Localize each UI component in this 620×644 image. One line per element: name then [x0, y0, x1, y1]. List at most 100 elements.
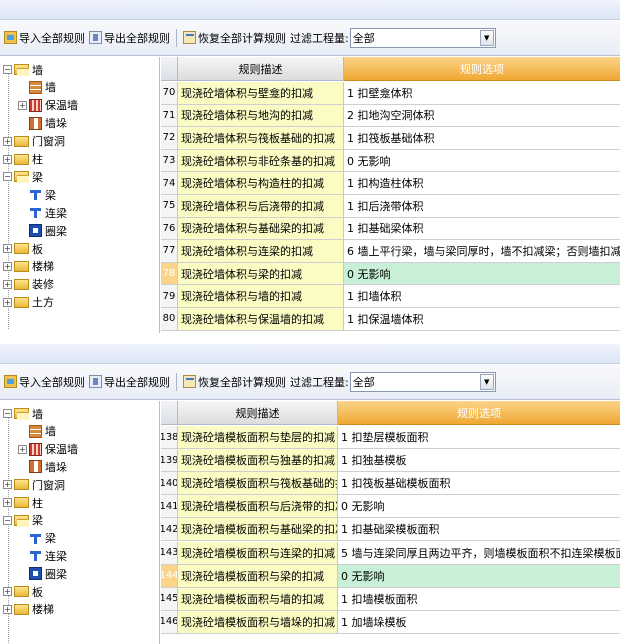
rule-option-cell[interactable]: 1 扣基础梁模板面积 — [338, 518, 620, 542]
table-row[interactable]: 75 现浇砼墙体积与后浇带的扣减 1 扣后浇带体积 — [161, 195, 620, 218]
tree-item[interactable]: 连梁 — [18, 547, 67, 564]
tree-expander-icon[interactable]: + — [3, 244, 12, 253]
chevron-down-icon[interactable]: ▼ — [479, 373, 494, 390]
tree-item[interactable]: + 门窗洞 — [3, 476, 65, 493]
tree-expander-icon[interactable]: + — [3, 136, 12, 146]
column-header-description[interactable]: 规则描述 — [178, 57, 344, 81]
tree-item[interactable]: − 墙 — [3, 405, 43, 422]
tree-item[interactable]: 圈梁 — [18, 565, 67, 582]
tree-expander-icon[interactable]: + — [3, 261, 12, 271]
rule-option-cell[interactable]: 1 扣垫层模板面积 — [338, 426, 620, 450]
table-row[interactable]: 80 现浇砼墙体积与保温墙的扣减 1 扣保温墙体积 — [161, 308, 620, 331]
tree-item[interactable]: + 土方 — [3, 294, 54, 311]
table-row[interactable]: 72 现浇砼墙体积与筏板基础的扣减 1 扣筏板基础体积 — [161, 127, 620, 150]
toolbar: 导入全部规则 导出全部规则 恢复全部计算规则 过滤工程量: 全部 ▼ — [0, 364, 620, 400]
rule-option-cell[interactable]: 1 扣筏板基础模板面积 — [338, 472, 620, 496]
table-row[interactable]: 140现浇砼墙模板面积与筏板基础的扣减1 扣筏板基础模板面积 — [161, 472, 620, 496]
tree-expander-icon[interactable]: − — [3, 172, 12, 182]
table-row[interactable]: 70 现浇砼墙体积与壁龛的扣减 1 扣壁龛体积 — [161, 82, 620, 105]
tree-item[interactable]: − 墙 — [3, 61, 43, 78]
tree-expander-icon[interactable]: + — [3, 154, 12, 164]
rule-option-cell[interactable]: 1 扣后浇带体积 — [344, 195, 620, 218]
tree-item[interactable]: + 板 — [3, 583, 43, 600]
tree-item[interactable]: 墙垛 — [18, 458, 67, 475]
rule-option-cell[interactable]: 1 扣构造柱体积 — [344, 172, 620, 195]
tree-expander-icon[interactable]: + — [18, 100, 27, 110]
rule-option-cell[interactable]: 0 无影响 — [338, 564, 620, 588]
tree-expander-icon[interactable]: − — [3, 515, 12, 525]
tree-item[interactable]: + 楼梯 — [3, 258, 54, 275]
tree-expander-icon[interactable]: + — [3, 279, 12, 289]
tree-item[interactable]: − 梁 — [3, 168, 43, 185]
tree-item[interactable]: + 保温墙 — [18, 441, 78, 458]
rule-option-cell[interactable]: 6 墙上平行梁，墙与梁同厚时，墙不扣减梁；否则墙扣减梁墙相交的实体 — [344, 240, 620, 263]
table-row[interactable]: 139现浇砼墙模板面积与独基的扣减1 扣独基模板 — [161, 449, 620, 473]
chevron-down-icon[interactable]: ▼ — [479, 29, 494, 46]
rule-option-cell[interactable]: 1 扣独基模板 — [338, 449, 620, 473]
rule-option-cell[interactable]: 0 无影响 — [344, 149, 620, 173]
table-row[interactable]: 143现浇砼墙模板面积与连梁的扣减5 墙与连梁同厚且两边平齐，则墙模板面积不扣连… — [161, 541, 620, 565]
tree-item[interactable]: + 柱 — [3, 494, 43, 511]
table-row[interactable]: 71 现浇砼墙体积与地沟的扣减 2 扣地沟空洞体积 — [161, 104, 620, 128]
column-header-options[interactable]: 规则选项 — [344, 57, 620, 81]
tree-item[interactable]: 墙 — [18, 79, 56, 96]
tree-item[interactable]: + 柱 — [3, 151, 43, 168]
rule-option-cell[interactable]: 1 扣保温墙体积 — [344, 308, 620, 331]
tree-item[interactable]: + 板 — [3, 240, 43, 257]
filter-quantity-select[interactable]: 全部 ▼ — [349, 371, 496, 392]
table-row[interactable]: 144现浇砼墙模板面积与梁的扣减0 无影响 — [161, 564, 620, 588]
tree-expander-icon[interactable]: − — [3, 409, 12, 418]
restore-rules-label: 恢复全部计算规则 — [198, 31, 286, 45]
tree-expander-icon[interactable]: + — [3, 480, 12, 490]
rule-option-cell[interactable]: 1 扣筏板基础体积 — [344, 127, 620, 150]
tree-item[interactable]: 连梁 — [18, 204, 67, 221]
rule-option-cell[interactable]: 5 墙与连梁同厚且两边平齐，则墙模板面积不扣连梁模板面积，否则扣减 — [338, 541, 620, 565]
tree-expander-icon[interactable]: + — [18, 444, 27, 454]
tree-item[interactable]: + 楼梯 — [3, 601, 54, 618]
tree-expander-icon[interactable]: + — [3, 587, 12, 596]
tree-item[interactable]: 墙垛 — [18, 115, 67, 132]
rule-option-cell[interactable]: 1 扣墙模板面积 — [338, 587, 620, 611]
table-row[interactable]: 73 现浇砼墙体积与非砼条基的扣减 0 无影响 — [161, 149, 620, 173]
import-rules-button[interactable]: 导入全部规则 — [2, 371, 87, 393]
filter-quantity-select[interactable]: 全部 ▼ — [349, 27, 496, 48]
tree-expander-icon[interactable]: − — [3, 65, 12, 74]
tree-item[interactable]: 墙 — [18, 423, 56, 440]
tree-item[interactable]: 圈梁 — [18, 222, 67, 239]
table-row[interactable]: 77现浇砼墙体积与连梁的扣减6 墙上平行梁，墙与梁同厚时，墙不扣减梁；否则墙扣减… — [161, 240, 620, 263]
table-row[interactable]: 79 现浇砼墙体积与墙的扣减 1 扣墙体积 — [161, 285, 620, 308]
tree-expander-icon[interactable]: + — [3, 604, 12, 614]
export-rules-button[interactable]: 导出全部规则 — [87, 27, 172, 49]
table-row[interactable]: 146现浇砼墙模板面积与墙垛的扣减1 加墙垛模板 — [161, 610, 620, 634]
restore-rules-button[interactable]: 恢复全部计算规则 — [181, 27, 288, 49]
table-row[interactable]: 78 现浇砼墙体积与梁的扣减 0 无影响 — [161, 262, 620, 286]
rules-panel-volume: 导入全部规则 导出全部规则 恢复全部计算规则 过滤工程量: 全部 ▼ − 墙墙 + 保温墙 墙垛 + 门… — [0, 0, 620, 333]
rule-option-cell[interactable]: 1 加墙垛模板 — [338, 610, 620, 634]
rule-option-cell[interactable]: 1 扣基础梁体积 — [344, 217, 620, 241]
restore-rules-button[interactable]: 恢复全部计算规则 — [181, 371, 288, 393]
tree-item[interactable]: − 梁 — [3, 512, 43, 529]
rule-option-cell[interactable]: 0 无影响 — [338, 495, 620, 519]
tree-item[interactable]: 梁 — [18, 186, 56, 203]
rule-option-cell[interactable]: 1 扣壁龛体积 — [344, 82, 620, 105]
export-rules-button[interactable]: 导出全部规则 — [87, 371, 172, 393]
import-rules-button[interactable]: 导入全部规则 — [2, 27, 87, 49]
table-row[interactable]: 142现浇砼墙模板面积与基础梁的扣减1 扣基础梁模板面积 — [161, 518, 620, 542]
table-row[interactable]: 145现浇砼墙模板面积与墙的扣减1 扣墙模板面积 — [161, 587, 620, 611]
column-header-description[interactable]: 规则描述 — [178, 401, 338, 425]
tree-item[interactable]: + 保温墙 — [18, 97, 78, 114]
tree-item[interactable]: 梁 — [18, 530, 56, 547]
tree-item[interactable]: + 装修 — [3, 276, 54, 293]
rule-option-cell[interactable]: 2 扣地沟空洞体积 — [344, 104, 620, 128]
table-row[interactable]: 76 现浇砼墙体积与基础梁的扣减 1 扣基础梁体积 — [161, 217, 620, 241]
rule-option-cell[interactable]: 0 无影响 — [344, 262, 620, 286]
table-row[interactable]: 74 现浇砼墙体积与构造柱的扣减 1 扣构造柱体积 — [161, 172, 620, 195]
folder-icon — [14, 497, 29, 508]
column-header-options[interactable]: 规则选项 — [338, 401, 620, 425]
tree-expander-icon[interactable]: + — [3, 498, 12, 507]
table-row[interactable]: 138现浇砼墙模板面积与垫层的扣减1 扣垫层模板面积 — [161, 426, 620, 450]
tree-expander-icon[interactable]: + — [3, 297, 12, 307]
table-row[interactable]: 141现浇砼墙模板面积与后浇带的扣减0 无影响 — [161, 495, 620, 519]
rule-option-cell[interactable]: 1 扣墙体积 — [344, 285, 620, 308]
tree-item[interactable]: + 门窗洞 — [3, 133, 65, 150]
